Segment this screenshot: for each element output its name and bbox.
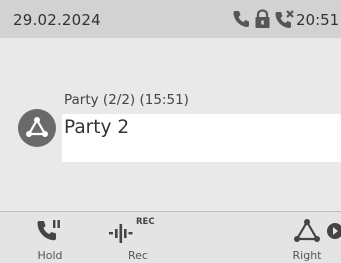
hold-label: Hold [37, 249, 63, 262]
call-party-name: Party 2 [64, 117, 130, 138]
status-icons [0, 9, 341, 31]
rec-badge: REC [136, 217, 155, 227]
conference-icon [26, 117, 48, 137]
missed-call-icon [275, 10, 294, 28]
handset-icon [233, 11, 249, 27]
right-softkey[interactable]: Right [287, 212, 327, 263]
call-label: Party (2/2) (15:51) [64, 92, 189, 108]
right-label: Right [292, 249, 322, 262]
conference-icon [294, 219, 320, 242]
hold-icon [37, 220, 60, 241]
next-softkey[interactable] [325, 212, 341, 263]
rec-label: Rec [128, 249, 148, 262]
status-time: 20:51 [296, 11, 340, 29]
status-bar: 29.02.2024 20:51 [0, 0, 341, 38]
softkey-bar: Hold REC Rec Right [0, 211, 341, 263]
lock-icon [255, 9, 270, 28]
call-avatar [18, 109, 56, 147]
hold-softkey[interactable]: Hold [30, 212, 70, 263]
record-softkey[interactable]: REC Rec [107, 212, 169, 263]
play-arrow-icon [327, 223, 341, 239]
